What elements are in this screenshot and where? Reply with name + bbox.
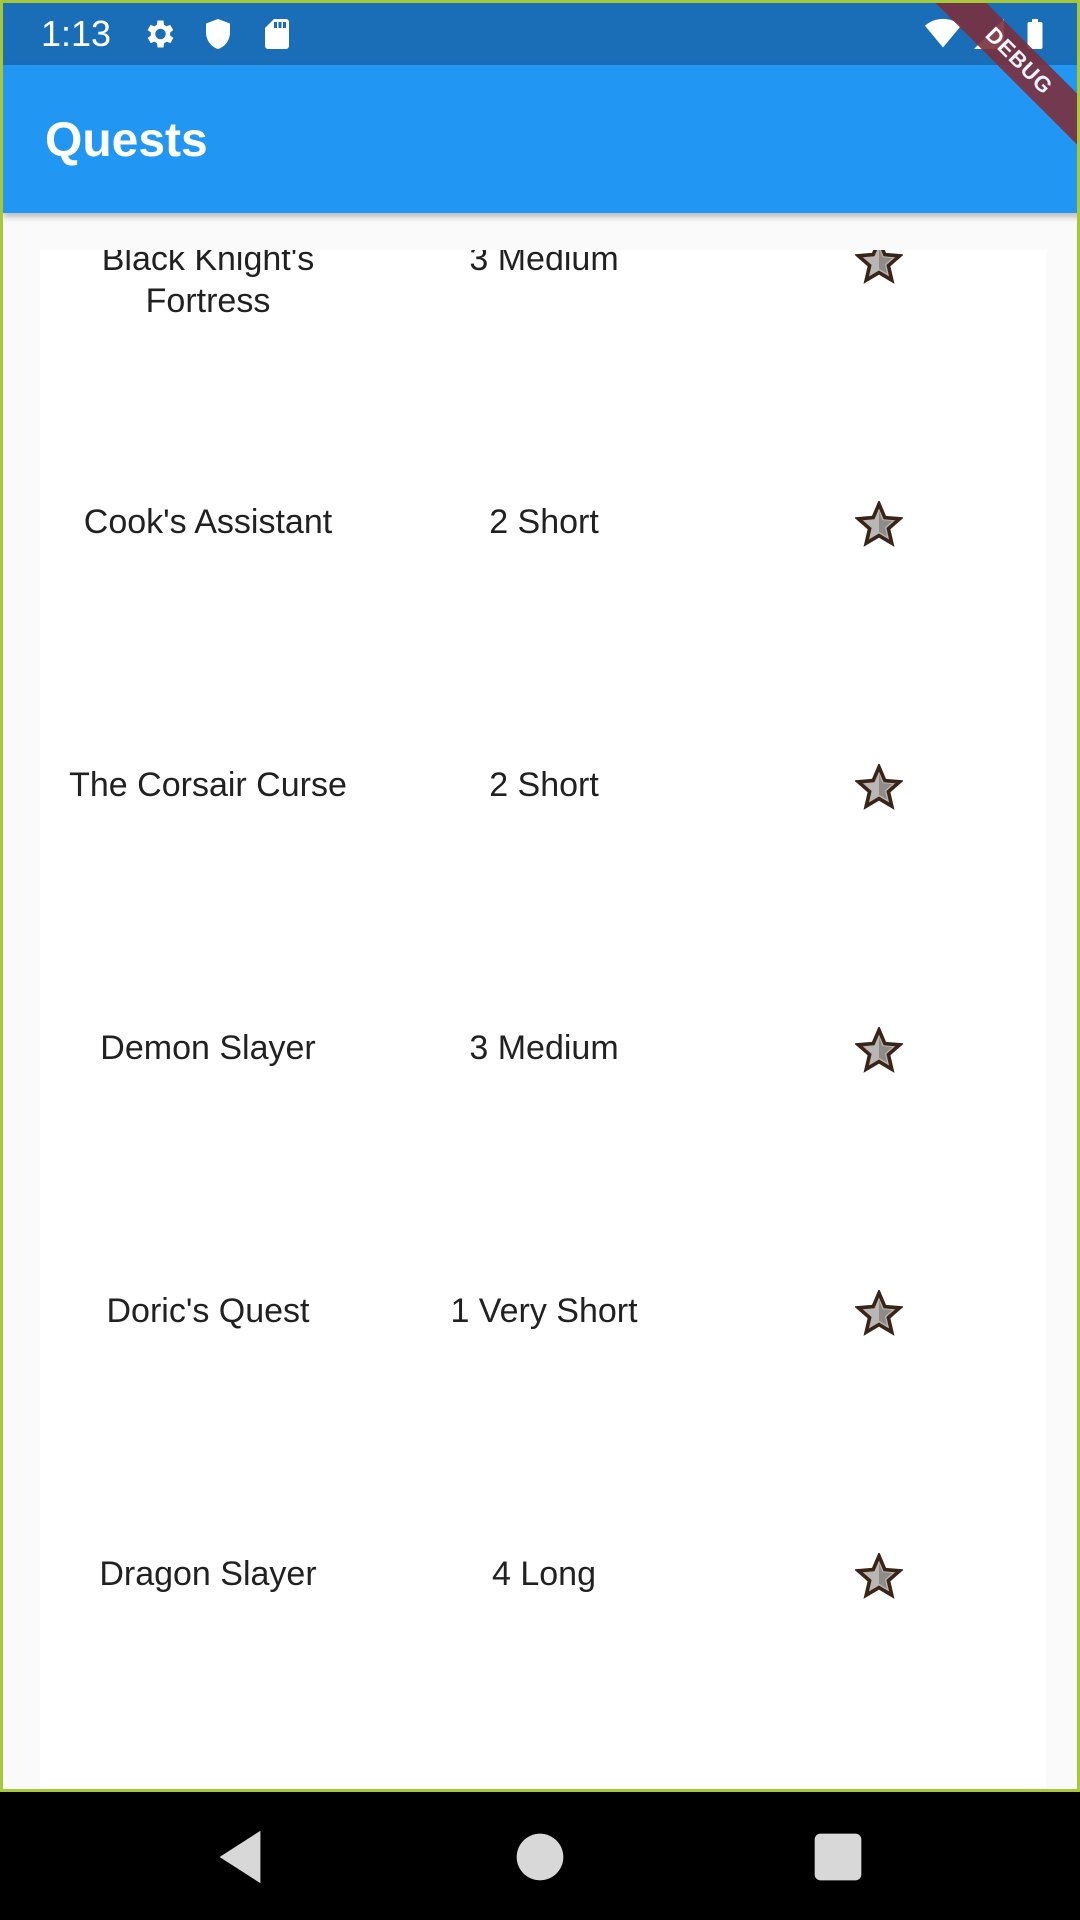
quest-difficulty: 2 Short: [489, 503, 599, 541]
status-bar: 1:13: [3, 3, 1077, 65]
quest-name: Cook's Assistant: [83, 503, 333, 541]
quest-difficulty: 4 Long: [492, 1555, 596, 1593]
star-icon[interactable]: [854, 1288, 904, 1338]
quest-difficulty: 2 Short: [489, 766, 599, 804]
shield-icon: [206, 19, 230, 49]
table-row[interactable]: Doric's Quest 1 Very Short: [40, 1288, 1046, 1553]
page-title: Quests: [45, 114, 208, 167]
wifi-icon: [925, 18, 961, 48]
app-bar: Quests: [3, 65, 1077, 213]
quest-difficulty: 1 Very Short: [450, 1292, 638, 1330]
gear-icon: [147, 20, 174, 48]
recents-icon[interactable]: [803, 1822, 873, 1892]
table-row[interactable]: Black Knight's Fortress 3 Medium: [40, 250, 1046, 501]
signal-icon: [974, 19, 1004, 49]
star-icon[interactable]: [854, 1025, 904, 1075]
star-icon[interactable]: [854, 762, 904, 812]
star-icon[interactable]: [854, 499, 904, 549]
table-row[interactable]: Demon Slayer 3 Medium: [40, 1025, 1046, 1290]
star-icon[interactable]: [854, 250, 904, 286]
quest-difficulty: 3 Medium: [469, 250, 619, 278]
quest-difficulty: 3 Medium: [469, 1029, 619, 1067]
back-icon[interactable]: [205, 1822, 275, 1892]
star-icon[interactable]: [854, 1551, 904, 1601]
quest-name: Black Knight's Fortress: [101, 250, 315, 320]
quest-name: Demon Slayer: [100, 1029, 316, 1067]
quest-name: Dragon Slayer: [99, 1555, 317, 1593]
home-icon[interactable]: [505, 1822, 575, 1892]
table-row[interactable]: Dragon Slayer 4 Long: [40, 1551, 1046, 1789]
app-window: 1:13 Quests DEBUG Black Knight's Fortres…: [0, 0, 1080, 1792]
table-row[interactable]: The Corsair Curse 2 Short: [40, 762, 1046, 1027]
table-row[interactable]: Cook's Assistant 2 Short: [40, 499, 1046, 764]
quest-name: The Corsair Curse: [69, 766, 347, 804]
status-time: 1:13: [41, 13, 112, 54]
quest-table: Black Knight's Fortress 3 Medium Cook's …: [40, 250, 1046, 1789]
battery-icon: [1027, 19, 1043, 49]
sd-card-icon: [265, 19, 289, 49]
navigation-bar: [0, 1792, 1080, 1920]
quest-name: Doric's Quest: [106, 1292, 310, 1330]
quest-list[interactable]: Black Knight's Fortress 3 Medium Cook's …: [40, 250, 1046, 1789]
